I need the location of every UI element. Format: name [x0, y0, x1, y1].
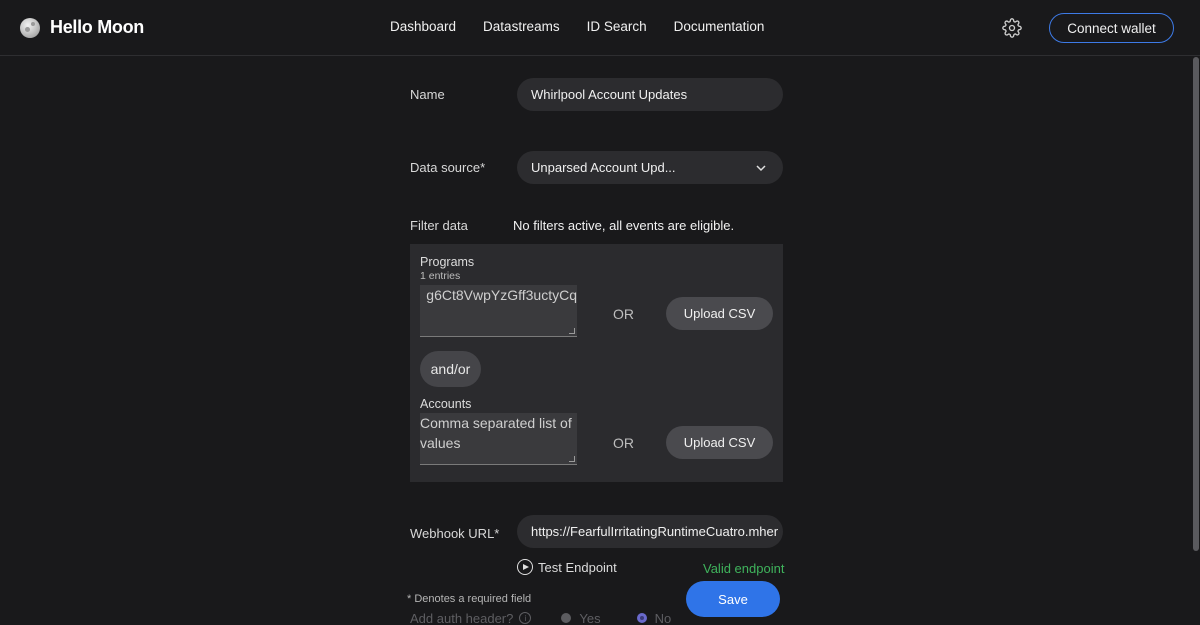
accounts-textarea[interactable]: Comma separated list of values [420, 413, 577, 465]
programs-textarea-value: g6Ct8VwpYzGff3uctyCq [426, 287, 577, 303]
gear-icon[interactable] [1002, 18, 1022, 38]
filter-status-text: No filters active, all events are eligib… [513, 218, 735, 233]
resize-handle-icon[interactable] [569, 328, 575, 334]
nav-id-search[interactable]: ID Search [587, 19, 647, 34]
data-source-label: Data source* [410, 160, 486, 175]
webhook-url-label: Webhook URL* [410, 526, 500, 541]
resize-handle-icon[interactable] [569, 456, 575, 462]
auth-header-yes-option[interactable]: Yes [561, 610, 601, 625]
moon-logo-icon [20, 17, 40, 38]
webhook-url-input[interactable]: https://FearfulIrritatingRuntimeCuatro.m… [517, 515, 783, 548]
filter-data-label: Filter data [410, 218, 468, 233]
programs-entries-count: 1 entries [420, 270, 461, 282]
save-button[interactable]: Save [686, 581, 780, 617]
required-field-note: * Denotes a required field [407, 593, 532, 605]
accounts-or-label: OR [613, 435, 634, 451]
programs-upload-csv-button[interactable]: Upload CSV [666, 297, 773, 330]
nav-datastreams[interactable]: Datastreams [483, 19, 560, 34]
accounts-label: Accounts [420, 397, 472, 411]
brand[interactable]: Hello Moon [20, 17, 144, 38]
name-input[interactable]: Whirlpool Account Updates [517, 78, 783, 111]
data-source-value: Unparsed Account Upd... [531, 160, 676, 175]
info-icon[interactable]: i [519, 612, 532, 624]
accounts-upload-csv-button[interactable]: Upload CSV [666, 426, 773, 459]
programs-label: Programs [420, 255, 475, 269]
nav-documentation[interactable]: Documentation [674, 19, 765, 34]
auth-header-label: Add auth header? [410, 610, 514, 625]
auth-header-no-label: No [654, 610, 672, 625]
programs-or-label: OR [613, 306, 634, 322]
connect-wallet-button[interactable]: Connect wallet [1049, 13, 1174, 43]
programs-textarea[interactable]: g6Ct8VwpYzGff3uctyCq [420, 285, 577, 337]
and-or-toggle[interactable]: and/or [420, 351, 481, 387]
auth-header-yes-label: Yes [579, 610, 601, 625]
nav-dashboard[interactable]: Dashboard [390, 19, 456, 34]
brand-name: Hello Moon [50, 17, 144, 37]
top-nav-bar: Hello Moon Dashboard Datastreams ID Sear… [0, 0, 1200, 56]
test-endpoint-label: Test Endpoint [538, 559, 617, 575]
accounts-textarea-placeholder: Comma separated list of values [420, 415, 572, 451]
auth-header-no-option[interactable]: No [636, 610, 672, 625]
scrollbar-thumb[interactable] [1193, 57, 1199, 551]
test-endpoint-button[interactable]: Test Endpoint [517, 559, 617, 575]
play-icon [517, 559, 533, 575]
chevron-down-icon [756, 165, 766, 172]
valid-endpoint-status: Valid endpoint [703, 561, 785, 576]
data-source-select[interactable]: Unparsed Account Upd... [517, 151, 783, 184]
name-label: Name [410, 87, 445, 102]
main-nav: Dashboard Datastreams ID Search Document… [390, 19, 791, 34]
radio-yes[interactable] [561, 613, 572, 623]
radio-no[interactable] [636, 613, 647, 623]
auth-header-row: Add auth header? i Yes No [410, 610, 671, 625]
